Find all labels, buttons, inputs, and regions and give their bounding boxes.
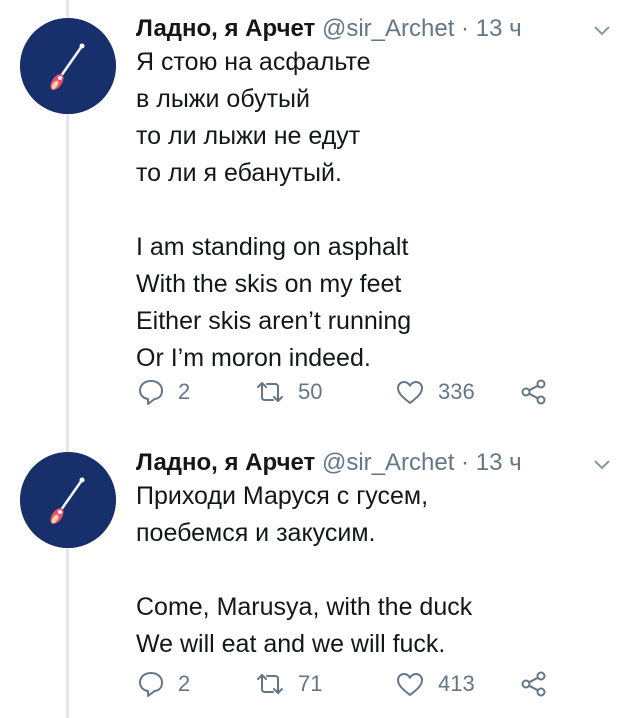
author-handle[interactable]: @sir_Archet	[322, 449, 454, 476]
tweet[interactable]: Ладно, я Арчет @sir_Archet · 13 ч Я стою…	[0, 0, 620, 425]
text-line: поебемся и закусим.	[136, 519, 376, 547]
rocket-icon	[20, 18, 116, 114]
action-bar: 2 71 413	[136, 666, 576, 702]
text-line: то ли лыжи не едут	[136, 122, 361, 150]
like-count: 336	[438, 379, 475, 404]
text-line: Я стою на асфальте	[136, 48, 371, 76]
chevron-down-icon[interactable]	[592, 458, 612, 472]
share-icon	[521, 671, 546, 697]
rocket-icon	[20, 452, 116, 548]
text-line: I am standing on asphalt	[136, 233, 409, 261]
reply-count: 2	[178, 379, 191, 404]
heart-icon	[397, 381, 423, 404]
tweet-header: Ладно, я Арчет @sir_Archet · 13 ч	[136, 14, 522, 44]
author-name[interactable]: Ладно, я Арчет	[136, 449, 315, 476]
like-count: 413	[438, 671, 475, 696]
retweet-button[interactable]: 71	[254, 666, 322, 702]
timestamp[interactable]: 13 ч	[476, 15, 522, 42]
like-button[interactable]: 336	[394, 374, 475, 410]
author-name[interactable]: Ладно, я Арчет	[136, 15, 315, 42]
tweet[interactable]: Ладно, я Арчет @sir_Archet · 13 ч Приход…	[0, 434, 620, 718]
avatar[interactable]	[20, 452, 116, 548]
tweet-paragraph: Приходи Маруся с гусем, поебемся и закус…	[136, 478, 596, 552]
reply-icon	[139, 672, 163, 697]
share-button[interactable]	[519, 374, 549, 410]
text-line: в лыжи обутый	[136, 85, 310, 113]
tweet-text: Приходи Маруся с гусем, поебемся и закус…	[136, 478, 596, 663]
text-line: With the skis on my feet	[136, 270, 402, 298]
reply-icon	[139, 380, 163, 405]
heart-icon	[397, 673, 423, 696]
separator: ·	[461, 449, 470, 476]
retweet-count: 50	[298, 379, 323, 404]
author-handle[interactable]: @sir_Archet	[322, 15, 454, 42]
like-button[interactable]: 413	[394, 666, 475, 702]
tweet-header: Ладно, я Арчет @sir_Archet · 13 ч	[136, 448, 522, 478]
timestamp[interactable]: 13 ч	[476, 449, 522, 476]
tweet-paragraph: Come, Marusya, with the duck We will eat…	[136, 589, 596, 663]
tweet-paragraph: Я стою на асфальте в лыжи обутый то ли л…	[136, 44, 596, 192]
tweet-text: Я стою на асфальте в лыжи обутый то ли л…	[136, 44, 596, 377]
reply-button[interactable]: 2	[136, 374, 190, 410]
retweet-count: 71	[298, 671, 323, 696]
retweet-button[interactable]: 50	[254, 374, 322, 410]
reply-button[interactable]: 2	[136, 666, 190, 702]
retweet-icon	[257, 674, 283, 694]
text-line: We will eat and we will fuck.	[136, 630, 446, 658]
share-icon	[521, 379, 546, 405]
text-line: Either skis aren’t running	[136, 307, 412, 335]
share-button[interactable]	[519, 666, 549, 702]
action-bar: 2 50 336	[136, 374, 576, 410]
tweet-paragraph: I am standing on asphalt With the skis o…	[136, 229, 596, 377]
separator: ·	[461, 15, 470, 42]
text-line: Приходи Маруся с гусем,	[136, 482, 429, 510]
chevron-down-icon[interactable]	[592, 24, 612, 38]
avatar[interactable]	[20, 18, 116, 114]
text-line: Come, Marusya, with the duck	[136, 593, 473, 621]
retweet-icon	[257, 382, 283, 402]
text-line: то ли я ебанутый.	[136, 159, 342, 187]
text-line: Or I’m moron indeed.	[136, 344, 371, 372]
reply-count: 2	[178, 671, 191, 696]
